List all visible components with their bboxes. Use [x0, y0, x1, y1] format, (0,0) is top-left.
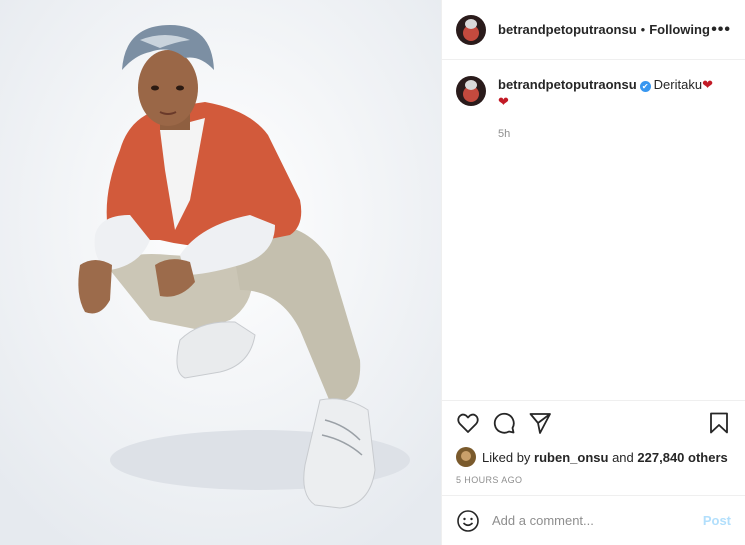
comment-icon[interactable]: [492, 411, 516, 435]
share-paper-plane-icon[interactable]: [528, 411, 552, 435]
author-avatar[interactable]: [456, 14, 486, 45]
post-photo[interactable]: [0, 0, 441, 545]
caption-text-block: betrandpetoputraonsu ✔ Deritaku❤ ❤: [498, 76, 713, 110]
author-username[interactable]: betrandpetoputraonsu: [498, 22, 637, 37]
comment-input[interactable]: [490, 512, 703, 529]
caption-avatar[interactable]: [456, 76, 486, 106]
post-header: betrandpetoputraonsu • Following •••: [442, 0, 745, 60]
more-options-icon[interactable]: •••: [711, 21, 731, 39]
likes-count[interactable]: 227,840 others: [637, 450, 727, 465]
save-bookmark-icon[interactable]: [707, 411, 731, 435]
likes-prefix: Liked by: [482, 449, 531, 465]
instagram-post: betrandpetoputraonsu • Following ••• bet…: [0, 0, 745, 545]
post-side-panel: betrandpetoputraonsu • Following ••• bet…: [441, 0, 745, 545]
verified-badge-icon: ✔: [639, 81, 651, 92]
likes-summary: Liked by ruben_onsu and 227,840 others: [442, 444, 745, 470]
header-separator: •: [640, 22, 646, 37]
caption-time[interactable]: 5h: [498, 128, 731, 140]
heart-emoji-icon: ❤: [702, 77, 713, 92]
likes-and: and: [612, 449, 634, 465]
like-heart-icon[interactable]: [456, 411, 480, 435]
liker-avatar[interactable]: [456, 447, 476, 467]
photo-illustration: [0, 0, 441, 545]
action-bar: [442, 400, 745, 444]
post-timestamp[interactable]: 5 HOURS AGO: [442, 470, 745, 495]
post-comment-button[interactable]: Post: [703, 513, 731, 528]
caption-username[interactable]: betrandpetoputraonsu: [498, 77, 637, 92]
caption-text: Deritaku: [653, 77, 703, 92]
caption: betrandpetoputraonsu ✔ Deritaku❤ ❤: [456, 76, 731, 110]
liker-username[interactable]: ruben_onsu: [534, 450, 608, 465]
comments-area: betrandpetoputraonsu ✔ Deritaku❤ ❤ 5h: [442, 60, 745, 400]
comment-form: Post: [442, 495, 745, 545]
following-button[interactable]: Following: [649, 22, 710, 37]
heart-emoji-icon: ❤: [498, 94, 509, 109]
emoji-smiley-icon[interactable]: [456, 509, 480, 533]
